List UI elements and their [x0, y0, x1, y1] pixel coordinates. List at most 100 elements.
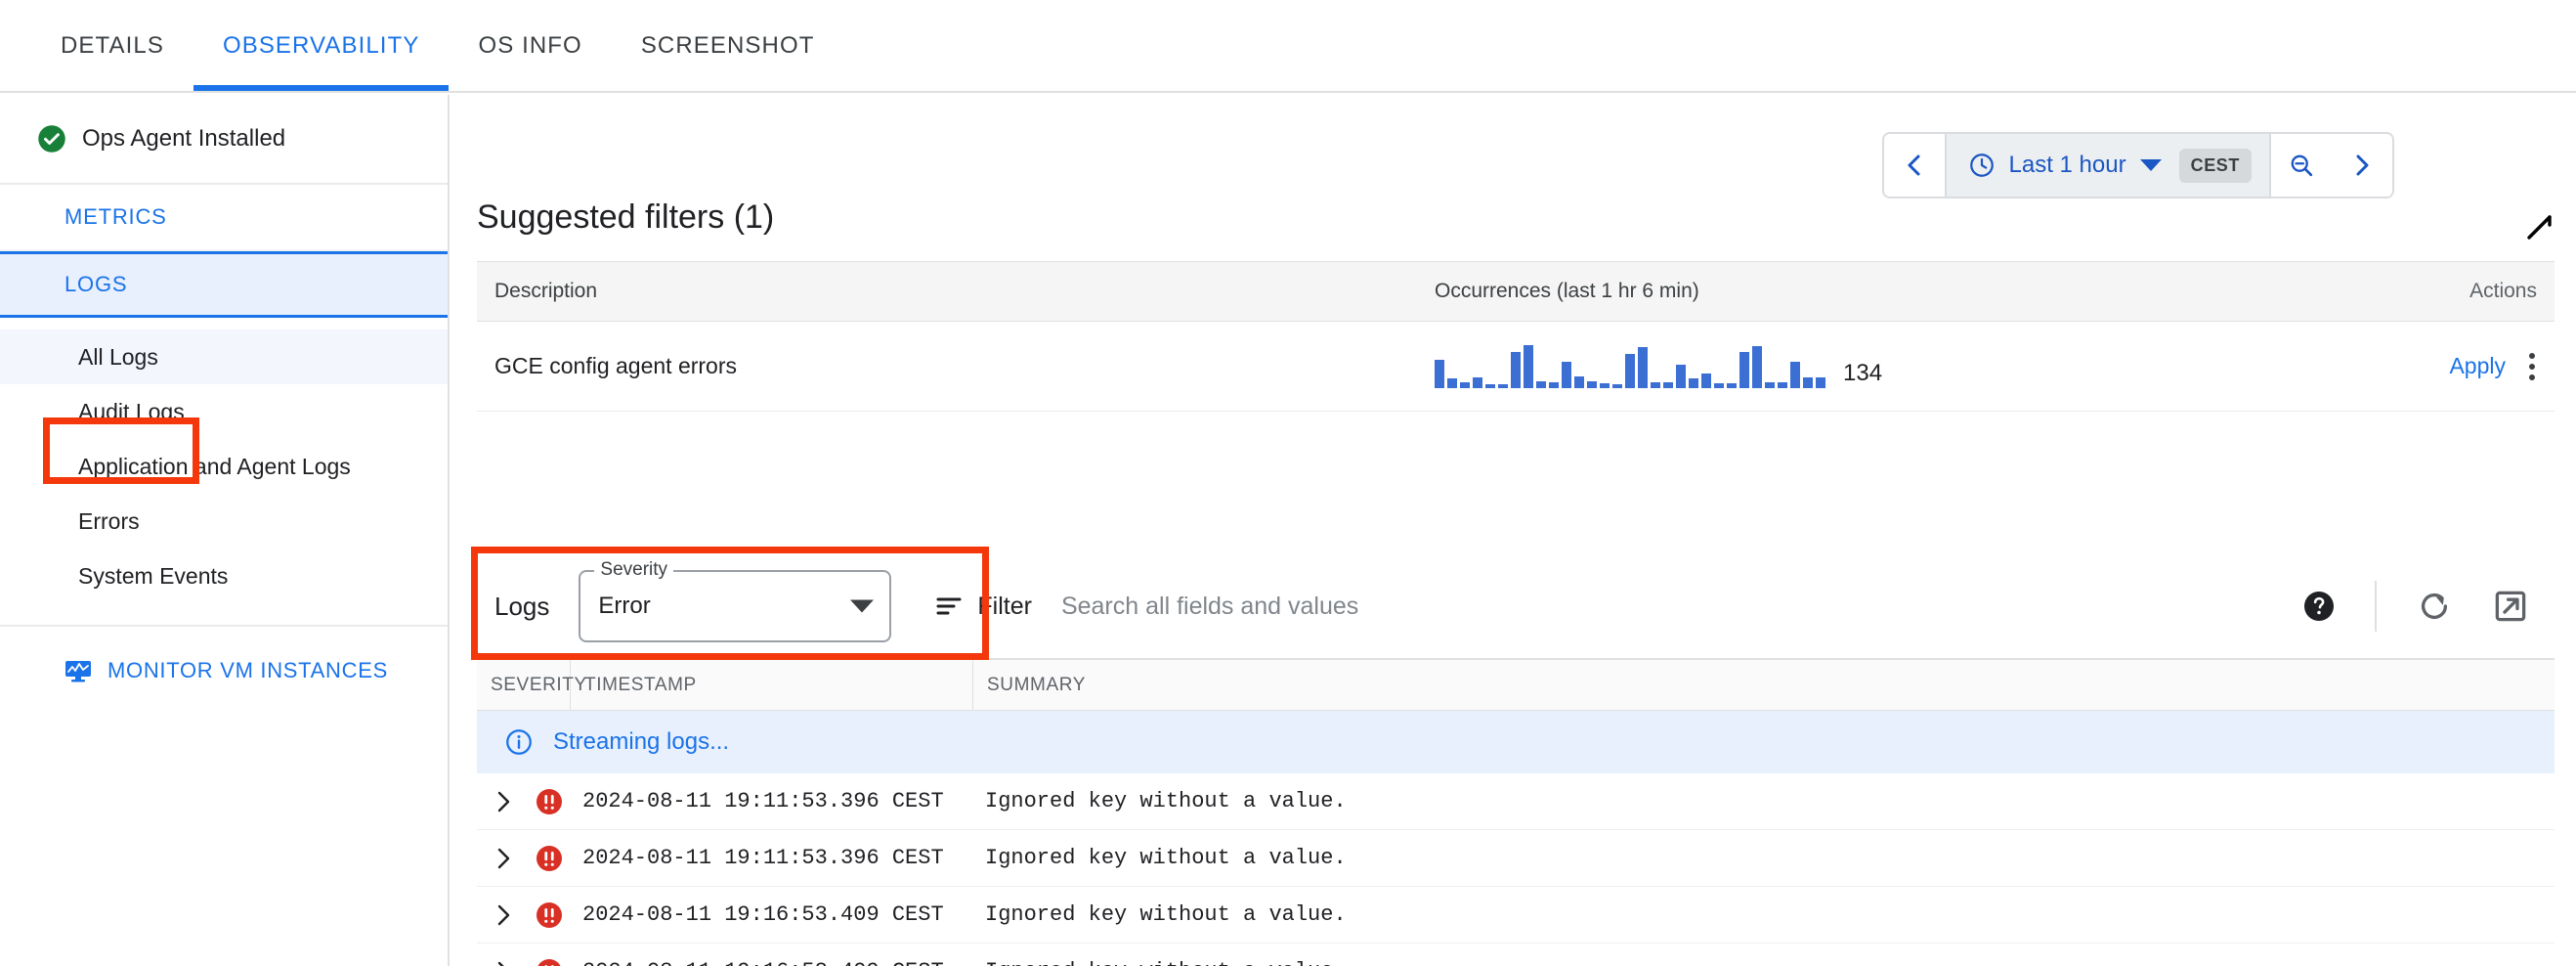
sparkline-bar	[1689, 378, 1698, 388]
logs-table-header: SEVERITY TIMESTAMP SUMMARY	[477, 660, 2555, 711]
sidebar-section-logs[interactable]: LOGS	[0, 251, 448, 318]
timezone-chip[interactable]: CEST	[2179, 149, 2252, 183]
severity-error-icon	[524, 844, 575, 873]
top-tab-bar: DETAILS OBSERVABILITY OS INFO SCREENSHOT	[0, 0, 2576, 93]
clock-icon	[1968, 152, 1996, 179]
open-in-new-icon	[2492, 588, 2529, 625]
collapse-arrow-icon	[2523, 210, 2556, 243]
help-icon	[2302, 590, 2336, 623]
tab-details[interactable]: DETAILS	[31, 0, 193, 91]
severity-select-value: Error	[598, 593, 650, 620]
sparkline-bar	[1536, 381, 1546, 388]
log-summary: Ignored key without a value.	[985, 846, 2555, 870]
expand-row-button[interactable]	[485, 959, 524, 966]
check-circle-icon	[37, 124, 66, 154]
expand-row-button[interactable]	[485, 789, 524, 814]
refresh-button[interactable]	[2416, 588, 2453, 625]
occurrences-count: 134	[1843, 360, 1882, 387]
sparkline-bar	[1460, 382, 1470, 388]
sparkline-bar	[1739, 352, 1749, 388]
logs-filter-toolbar: Logs Severity Error Filter Search all fi…	[477, 554, 2555, 660]
time-range-zoom-out-button[interactable]	[2271, 134, 2332, 197]
sparkline-bar	[1803, 377, 1813, 388]
log-timestamp: 2024-08-11 19:11:53.396 CEST	[575, 846, 985, 870]
expand-row-button[interactable]	[485, 902, 524, 928]
log-table-row[interactable]: 2024-08-11 19:11:53.396 CESTIgnored key …	[477, 830, 2555, 887]
log-table-row[interactable]: 2024-08-11 19:11:53.396 CESTIgnored key …	[477, 773, 2555, 830]
streaming-logs-text: Streaming logs...	[553, 728, 729, 756]
filter-list-icon	[934, 593, 964, 619]
sparkline-bar	[1612, 384, 1622, 388]
log-timestamp: 2024-08-11 19:16:53.409 CEST	[575, 902, 985, 927]
main-content: Last 1 hour CEST Suggested filters (1)	[451, 95, 2576, 966]
apply-filter-button[interactable]: Apply	[2449, 353, 2506, 379]
log-table-row[interactable]: 2024-08-11 19:16:53.409 CESTIgnored key …	[477, 887, 2555, 944]
sidebar-item-application-and-agent-logs[interactable]: Application and Agent Logs	[0, 439, 448, 494]
logs-column-summary: SUMMARY	[973, 660, 2555, 710]
time-range-prev-button[interactable]	[1884, 134, 1945, 197]
suggested-filter-actions: Apply	[2369, 347, 2555, 386]
sparkline-bar	[1816, 377, 1825, 388]
sidebar-section-metrics[interactable]: METRICS	[0, 185, 448, 251]
dropdown-arrow-icon	[850, 600, 874, 613]
logs-column-timestamp: TIMESTAMP	[571, 660, 973, 710]
refresh-icon	[2416, 588, 2453, 625]
sparkline-bar	[1511, 352, 1521, 388]
column-header-actions: Actions	[2369, 280, 2555, 303]
log-timestamp: 2024-08-11 19:11:53.396 CEST	[575, 789, 985, 813]
severity-error-icon	[524, 900, 575, 930]
sparkline-bar	[1765, 382, 1775, 388]
tab-os-info[interactable]: OS INFO	[449, 0, 611, 91]
info-icon	[504, 727, 534, 757]
expand-row-button[interactable]	[485, 846, 524, 871]
zoom-out-icon	[2288, 152, 2315, 179]
time-range-label: Last 1 hour	[2009, 152, 2126, 179]
sparkline-bar	[1574, 376, 1584, 388]
severity-select-legend: Severity	[594, 559, 673, 581]
sparkline-bar	[1651, 382, 1660, 388]
log-summary: Ignored key without a value.	[985, 902, 2555, 927]
sparkline-bar	[1790, 362, 1800, 388]
log-table-row[interactable]: 2024-08-11 19:16:53.409 CESTIgnored key …	[477, 944, 2555, 966]
sparkline-bar	[1727, 383, 1737, 388]
search-input[interactable]: Search all fields and values	[1061, 593, 2302, 621]
open-in-new-button[interactable]	[2492, 588, 2529, 625]
sparkline-bar	[1714, 383, 1724, 388]
chevron-right-icon	[494, 902, 514, 928]
chevron-right-icon	[494, 959, 514, 966]
suggested-filters-title: Suggested filters (1)	[477, 198, 774, 237]
suggested-filter-description: GCE config agent errors	[477, 353, 1435, 379]
tab-observability[interactable]: OBSERVABILITY	[193, 0, 449, 91]
sparkline-bar	[1473, 377, 1482, 388]
severity-error-icon	[524, 957, 575, 966]
sidebar-item-errors[interactable]: Errors	[0, 494, 448, 549]
sparkline-bar	[1663, 382, 1673, 388]
sparkline-bar	[1701, 373, 1711, 388]
help-button[interactable]	[2302, 590, 2336, 623]
monitor-vm-instances-link[interactable]: MONITOR VM INSTANCES	[0, 627, 448, 715]
ops-agent-status: Ops Agent Installed	[0, 95, 448, 185]
toolbar-divider	[2375, 581, 2377, 632]
column-header-occurrences: Occurrences (last 1 hr 6 min)	[1435, 280, 2369, 303]
sparkline-bar	[1485, 384, 1495, 388]
tab-screenshot[interactable]: SCREENSHOT	[612, 0, 844, 91]
sparkline-bar	[1524, 345, 1533, 388]
sidebar-item-all-logs[interactable]: All Logs	[0, 329, 448, 384]
suggested-filters-table-header: Description Occurrences (last 1 hr 6 min…	[477, 261, 2555, 322]
streaming-logs-banner: Streaming logs...	[477, 711, 2555, 773]
sidebar-item-audit-logs[interactable]: Audit Logs	[0, 384, 448, 439]
sparkline-bar	[1625, 354, 1635, 388]
filter-button[interactable]: Filter	[934, 593, 1032, 621]
severity-select[interactable]: Severity Error	[579, 570, 891, 642]
suggested-filters-collapse-button[interactable]	[2523, 210, 2556, 248]
logs-toolbar-actions	[2302, 581, 2555, 632]
time-range-selector[interactable]: Last 1 hour CEST	[1945, 134, 2272, 197]
more-vert-icon[interactable]	[2523, 347, 2541, 386]
sparkline-bar	[1600, 383, 1610, 388]
observability-logs-page: DETAILS OBSERVABILITY OS INFO SCREENSHOT…	[0, 0, 2576, 966]
time-range-next-button[interactable]	[2332, 134, 2392, 197]
sidebar-item-system-events[interactable]: System Events	[0, 549, 448, 603]
logs-column-severity: SEVERITY	[477, 660, 571, 710]
severity-error-icon	[524, 787, 575, 816]
monitoring-chart-icon	[64, 659, 94, 682]
